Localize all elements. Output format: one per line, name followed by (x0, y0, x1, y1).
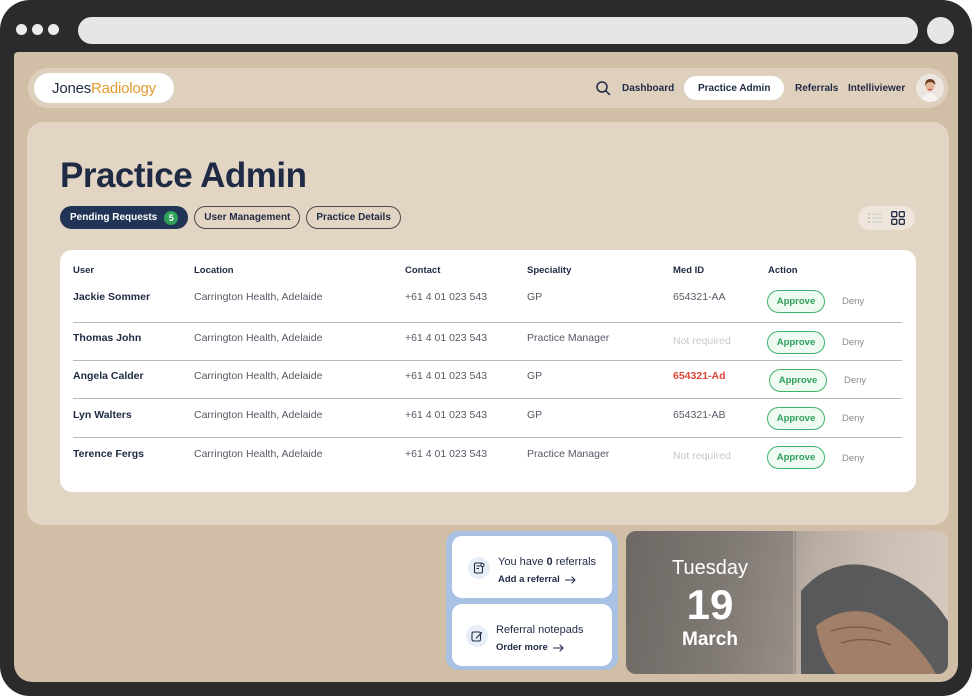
nav-referrals[interactable]: Referrals (795, 77, 838, 99)
tab-label: User Management (204, 212, 291, 223)
window-dot[interactable] (16, 24, 27, 35)
table-row: Terence Fergs Carrington Health, Adelaid… (73, 439, 902, 477)
referrals-text-suffix: referrals (552, 556, 597, 568)
approve-button[interactable]: Approve (767, 331, 825, 354)
tab-bar: Pending Requests 5 User Management Pract… (60, 206, 401, 229)
column-header-user: User (73, 265, 95, 276)
avatar[interactable] (916, 74, 944, 102)
cell-location: Carrington Health, Adelaide (194, 291, 323, 303)
cell-user: Terence Fergs (73, 448, 145, 460)
cell-user: Angela Calder (73, 370, 144, 382)
tab-label: Practice Details (316, 212, 391, 223)
cell-user: Jackie Sommer (73, 291, 151, 303)
table-row: Lyn Walters Carrington Health, Adelaide … (73, 400, 902, 438)
cell-med-id: Not required (673, 450, 731, 462)
column-header-location: Location (194, 265, 234, 276)
cell-location: Carrington Health, Adelaide (194, 332, 323, 344)
cell-med-id-invalid: 654321-Ad (673, 370, 726, 382)
cell-contact: +61 4 01 023 543 (405, 409, 488, 421)
table-row: Thomas John Carrington Health, Adelaide … (73, 323, 902, 361)
nav-practice-admin[interactable]: Practice Admin (684, 76, 785, 100)
cell-contact: +61 4 01 023 543 (405, 370, 488, 382)
window-dot[interactable] (48, 24, 59, 35)
notepads-title: Referral notepads (496, 624, 584, 636)
deny-button[interactable]: Deny (844, 375, 866, 386)
cell-speciality: GP (527, 370, 543, 382)
order-more-link[interactable]: Order more (496, 642, 564, 653)
referrals-widget[interactable]: You have 0 referrals Add a referral (452, 536, 612, 598)
referrals-count-text: You have 0 referrals (498, 556, 596, 568)
quick-actions: You have 0 referrals Add a referral Refe… (446, 531, 618, 670)
arrow-right-icon (552, 643, 564, 652)
date-number: 19 (686, 581, 734, 628)
logo[interactable]: Jones Radiology (34, 73, 174, 103)
cell-speciality: Practice Manager (527, 332, 610, 344)
window-dot[interactable] (32, 24, 43, 35)
pending-requests-table: User Location Contact Speciality Med ID … (60, 250, 916, 492)
logo-part-2: Radiology (91, 79, 156, 97)
date-day: Tuesday (672, 557, 748, 579)
cell-user: Thomas John (73, 332, 142, 344)
cell-location: Carrington Health, Adelaide (194, 448, 323, 460)
deny-button[interactable]: Deny (842, 296, 864, 307)
date-month: March (682, 629, 738, 650)
browser-frame: Jones Radiology Dashboard Practice Admin … (0, 0, 972, 696)
deny-button[interactable]: Deny (842, 413, 864, 424)
cell-user: Lyn Walters (73, 409, 132, 421)
cell-contact: +61 4 01 023 543 (405, 448, 488, 460)
list-view-icon[interactable] (868, 212, 882, 224)
approve-button[interactable]: Approve (767, 446, 825, 469)
page: Jones Radiology Dashboard Practice Admin … (14, 52, 958, 682)
cell-location: Carrington Health, Adelaide (194, 370, 323, 382)
notepads-widget[interactable]: Referral notepads Order more (452, 604, 612, 666)
page-title: Practice Admin (60, 156, 307, 195)
column-header-speciality: Speciality (527, 265, 572, 276)
avatar-image (916, 74, 944, 102)
add-referral-link[interactable]: Add a referral (498, 574, 576, 585)
cell-speciality: GP (527, 409, 543, 421)
approve-button[interactable]: Approve (769, 369, 827, 392)
address-bar[interactable] (78, 17, 918, 44)
nav-dashboard[interactable]: Dashboard (622, 77, 674, 99)
search-icon[interactable] (595, 80, 611, 96)
deny-button[interactable]: Deny (842, 453, 864, 464)
approve-button[interactable]: Approve (767, 290, 825, 313)
table-row: Angela Calder Carrington Health, Adelaid… (73, 361, 902, 399)
tab-label: Pending Requests (70, 212, 158, 223)
logo-part-1: Jones (52, 79, 92, 97)
pending-count-badge: 5 (164, 210, 179, 225)
top-nav: Jones Radiology Dashboard Practice Admin … (28, 68, 948, 108)
nav-intelliviewer[interactable]: Intelliviewer (848, 77, 905, 99)
column-header-contact: Contact (405, 265, 441, 276)
browser-menu-button[interactable] (927, 17, 954, 44)
referrals-text-prefix: You have (498, 556, 547, 568)
tab-user-management[interactable]: User Management (194, 206, 301, 229)
cell-speciality: GP (527, 291, 543, 303)
column-header-action: Action (768, 265, 798, 276)
table-row: Jackie Sommer Carrington Health, Adelaid… (73, 285, 902, 323)
deny-button[interactable]: Deny (842, 337, 864, 348)
order-more-label: Order more (496, 642, 548, 653)
cell-speciality: Practice Manager (527, 448, 610, 460)
cell-med-id: Not required (673, 335, 731, 347)
edit-icon (466, 625, 488, 647)
cell-med-id: 654321-AA (673, 291, 726, 303)
cell-contact: +61 4 01 023 543 (405, 332, 488, 344)
approve-button[interactable]: Approve (767, 407, 825, 430)
cell-med-id: 654321-AB (673, 409, 726, 421)
grid-view-icon[interactable] (891, 211, 905, 225)
arrow-right-icon (564, 575, 576, 584)
tab-pending-requests[interactable]: Pending Requests 5 (60, 206, 189, 229)
practice-admin-panel: Practice Admin Pending Requests 5 User M… (27, 122, 949, 525)
referral-doc-icon (468, 557, 490, 579)
cell-location: Carrington Health, Adelaide (194, 409, 323, 421)
cell-contact: +61 4 01 023 543 (405, 291, 488, 303)
date-card: Tuesday 19 March (626, 531, 948, 674)
view-toggle (858, 206, 915, 230)
window-controls (16, 24, 59, 35)
add-referral-label: Add a referral (498, 574, 560, 585)
tab-practice-details[interactable]: Practice Details (306, 206, 401, 229)
column-header-med-id: Med ID (673, 265, 705, 276)
